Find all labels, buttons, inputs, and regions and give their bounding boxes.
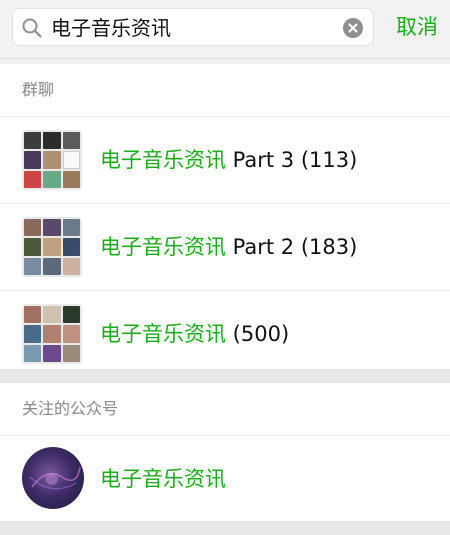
group-chat-suffix: (500): [226, 322, 290, 346]
group-chat-suffix: Part 2 (183): [226, 235, 358, 259]
match-highlight: 电子音乐资讯: [100, 322, 226, 346]
avatar-art-icon: [29, 466, 81, 490]
group-chats-section: 群聊 电子音乐资讯 Part 3 (113) 电子音乐资讯 Part 2 (18…: [0, 64, 450, 377]
cancel-button[interactable]: 取消: [396, 8, 438, 46]
group-chat-title: 电子音乐资讯 (500): [100, 291, 289, 377]
official-account-avatar: [22, 447, 84, 509]
section-header-official: 关注的公众号: [0, 383, 450, 436]
search-icon: [22, 18, 42, 38]
group-avatar: [22, 130, 82, 190]
match-highlight: 电子音乐资讯: [100, 467, 226, 491]
official-account-title: 电子音乐资讯: [100, 436, 226, 522]
group-chat-title: 电子音乐资讯 Part 3 (113): [100, 117, 357, 203]
group-chat-title: 电子音乐资讯 Part 2 (183): [100, 204, 357, 290]
group-chat-row[interactable]: 电子音乐资讯 Part 2 (183): [0, 204, 450, 291]
group-chat-suffix: Part 3 (113): [226, 148, 358, 172]
official-account-row[interactable]: 电子音乐资讯: [0, 436, 450, 522]
section-divider: [0, 369, 450, 383]
group-avatar: [22, 217, 82, 277]
search-bar: 电子音乐资讯 取消: [0, 0, 450, 59]
match-highlight: 电子音乐资讯: [100, 148, 226, 172]
section-header-groups: 群聊: [0, 64, 450, 117]
search-input[interactable]: 电子音乐资讯: [12, 8, 374, 46]
group-chat-row[interactable]: 电子音乐资讯 Part 3 (113): [0, 117, 450, 204]
match-highlight: 电子音乐资讯: [100, 235, 226, 259]
group-avatar: [22, 304, 82, 364]
clear-icon[interactable]: [343, 18, 363, 38]
group-chat-row[interactable]: 电子音乐资讯 (500): [0, 291, 450, 377]
official-accounts-section: 关注的公众号 电子音乐资讯: [0, 383, 450, 522]
search-query-text[interactable]: 电子音乐资讯: [51, 9, 171, 47]
bottom-divider: [0, 521, 450, 535]
